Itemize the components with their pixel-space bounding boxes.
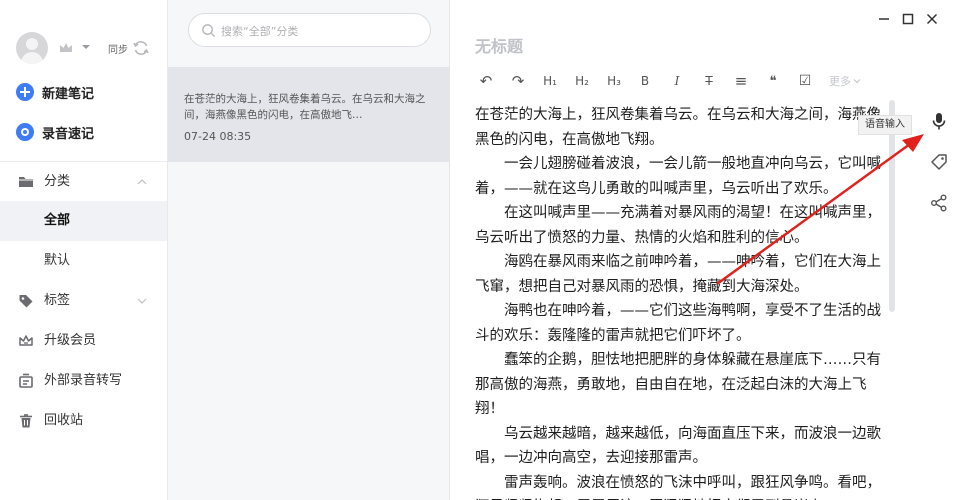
avatar-head [26,38,38,50]
sync-icon[interactable] [132,39,150,57]
strikethrough-button[interactable]: T [699,70,719,92]
paragraph: 蠢笨的企鹅，胆怯地把肥胖的身体躲藏在悬崖底下……只有那高傲的海燕，勇敢地，自由自… [475,352,881,417]
heading3-button[interactable]: H₃ [601,70,627,92]
note-date: 07-24 08:35 [184,130,252,143]
sidebar-item-upgrade[interactable]: 升级会员 [0,321,167,361]
microphone-icon[interactable] [928,110,950,132]
align-button[interactable]: ≡ [731,70,751,92]
undo-button[interactable]: ↶ [475,70,497,92]
editor-panel: 无标题 ↶ ↷ H₁ H₂ H₃ B I T ≡ ❝ ☑ 更多 在苍茫的大海上，… [451,0,960,500]
sidebar-item-default[interactable]: 默认 [0,241,167,281]
record-icon [16,123,34,141]
voice-note-label: 录音速记 [42,126,95,142]
voice-note-button[interactable]: 录音速记 [16,120,156,144]
close-icon[interactable] [923,10,941,28]
maximize-icon[interactable] [899,10,917,28]
chevron-up-icon[interactable] [136,176,148,188]
format-toolbar: ↶ ↷ H₁ H₂ H₃ B I T ≡ ❝ ☑ 更多 [475,70,875,92]
paragraph: 在这叫喊声里——充满着对暴风雨的渴望！在这叫喊声里，乌云听出了愤怒的力量、热情的… [475,205,881,246]
minimize-icon[interactable] [875,10,893,28]
sidebar-item-label: 回收站 [44,413,84,428]
crown-icon [19,335,33,346]
sidebar-item-trash[interactable]: 回收站 [0,401,167,441]
recorder-icon [19,373,33,388]
sidebar-item-label: 标签 [44,293,71,308]
note-excerpt: 在苍茫的大海上，狂风卷集着乌云。在乌云和大海之间，海燕像黑色的闪电，在高傲地飞… [184,93,426,121]
sidebar-item-label: 升级会员 [44,333,97,348]
new-note-button[interactable]: 新建笔记 [16,80,156,104]
sidebar-item-label: 分类 [44,174,71,189]
crown-icon[interactable] [58,40,74,56]
paragraph: 海鸥在暴风雨来临之前呻吟着，——呻吟着，它们在大海上飞窜，想把自己对暴风雨的恐惧… [475,254,881,295]
sidebar-item-all[interactable]: 全部 [0,201,167,241]
italic-button[interactable]: I [667,70,687,92]
sidebar-item-label: 全部 [44,213,71,228]
redo-button[interactable]: ↷ [507,70,529,92]
paragraph: 海鸭也在呻吟着，——它们这些海鸭啊，享受不了生活的战斗的欢乐：轰隆隆的雷声就把它… [475,303,881,344]
note-body[interactable]: 在苍茫的大海上，狂风卷集着乌云。在乌云和大海之间，海燕像黑色的闪电，在高傲地飞翔… [475,103,893,500]
user-row: 同步 [16,32,156,64]
bold-button[interactable]: B [635,70,655,92]
more-button[interactable]: 更多 [825,70,855,92]
avatar[interactable] [16,32,48,64]
paragraph: 雷声轰响。波浪在愤怒的飞沫中呼叫，跟狂风争鸣。看吧，狂风紧紧抱起一层层巨浪，恶狠… [475,474,881,500]
heading2-button[interactable]: H₂ [569,70,595,92]
chevron-down-icon[interactable] [853,77,861,85]
trash-icon [20,414,32,428]
search-input[interactable] [221,22,421,40]
new-note-label: 新建笔记 [42,86,95,102]
sidebar-item-category[interactable]: 分类 [0,162,167,202]
paragraph: 一会儿翅膀碰着波浪，一会儿箭一般地直冲向乌云，它叫喊着，——就在这鸟儿勇敢的叫喊… [475,156,881,197]
sidebar-item-label: 外部录音转写 [44,373,123,388]
note-list-panel: 在苍茫的大海上，狂风卷集着乌云。在乌云和大海之间，海燕像黑色的闪电，在高傲地飞…… [168,0,450,500]
paragraph: 乌云越来越暗，越来越低，向海面直压下来，而波浪一边歌唱，一边冲向高空，去迎接那雷… [475,425,881,467]
search-box[interactable] [188,13,431,47]
note-list-item[interactable]: 在苍茫的大海上，狂风卷集着乌云。在乌云和大海之间，海燕像黑色的闪电，在高傲地飞…… [168,67,449,162]
tag-icon [19,295,33,308]
sync-label[interactable]: 同步 [108,41,128,56]
folder-icon [19,177,33,187]
paragraph: 在苍茫的大海上，狂风卷集着乌云。在乌云和大海之间，海燕像黑色的闪电，在高傲地飞翔… [475,107,881,148]
sidebar: 同步 新建笔记 录音速记 分类 全部 默认 标签 升级会员 外部录音转写 回收站 [0,0,168,500]
sidebar-item-label: 默认 [44,253,71,268]
plus-icon [16,83,34,101]
tag-icon[interactable] [928,151,950,173]
chevron-down-icon[interactable] [136,295,148,307]
note-title[interactable]: 无标题 [475,33,523,57]
chevron-down-icon[interactable] [80,41,92,53]
search-icon [202,24,216,38]
heading1-button[interactable]: H₁ [537,70,563,92]
share-icon[interactable] [928,192,950,214]
avatar-body [21,52,43,64]
quote-button[interactable]: ❝ [763,70,783,92]
sidebar-item-tags[interactable]: 标签 [0,281,167,321]
sidebar-item-transcribe[interactable]: 外部录音转写 [0,361,167,401]
checkbox-button[interactable]: ☑ [795,70,815,92]
voice-input-tooltip: 语音输入 [858,115,912,135]
